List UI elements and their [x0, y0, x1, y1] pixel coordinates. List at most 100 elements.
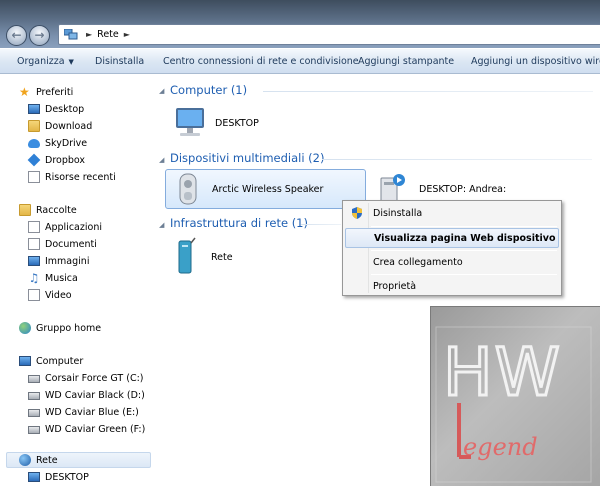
nav-item-applicazioni[interactable]: Applicazioni — [28, 219, 102, 235]
watermark-bottom-text: egend — [463, 433, 538, 461]
menu-item-label: Disinstalla — [373, 207, 423, 219]
uac-shield-icon — [351, 207, 363, 219]
computer-icon — [19, 356, 31, 366]
nav-item-documenti[interactable]: Documenti — [28, 236, 97, 252]
download-folder-icon — [28, 120, 40, 132]
network-location-icon — [63, 28, 78, 40]
menu-item-view-web-page[interactable]: Visualizza pagina Web dispositivo — [345, 228, 559, 248]
nav-item-label: WD Caviar Green (F:) — [45, 423, 146, 435]
skydrive-icon — [28, 138, 40, 148]
item-desktop-computer[interactable]: DESKTOP — [167, 103, 259, 143]
nav-item-label: Dropbox — [45, 154, 86, 166]
nav-favorites[interactable]: ★ Preferiti — [19, 84, 73, 100]
menu-item-label: Visualizza pagina Web dispositivo — [374, 232, 556, 244]
drive-icon — [28, 375, 40, 383]
nav-item-desktop-pc[interactable]: DESKTOP — [28, 469, 89, 485]
collapse-arrow-icon[interactable]: ◢ — [159, 87, 164, 95]
menu-separator — [371, 274, 557, 275]
nav-item-immagini[interactable]: Immagini — [28, 253, 89, 269]
menu-item-label: Crea collegamento — [373, 256, 463, 268]
forward-button[interactable]: → — [29, 25, 50, 46]
nav-item-label: Risorse recenti — [45, 171, 116, 183]
nav-item-drive-d[interactable]: WD Caviar Black (D:) — [28, 387, 145, 403]
group-divider — [322, 159, 592, 160]
nav-item-musica[interactable]: ♫ Musica — [28, 270, 78, 286]
nav-network-label: Rete — [36, 454, 58, 466]
group-header-computer[interactable]: Computer (1) — [170, 83, 247, 97]
item-rete-router[interactable]: Rete — [171, 235, 233, 279]
navigation-pane: ★ Preferiti Desktop Download SkyDrive Dro… — [0, 75, 153, 486]
nav-item-skydrive[interactable]: SkyDrive — [28, 135, 87, 151]
libraries-icon — [19, 204, 31, 216]
collapse-arrow-icon[interactable]: ◢ — [159, 156, 164, 164]
hwlegend-watermark: HW egend — [430, 306, 600, 486]
breadcrumb-rete[interactable]: Rete — [97, 29, 119, 40]
menu-separator — [371, 250, 557, 251]
menu-separator — [371, 226, 557, 227]
nav-item-label: Download — [45, 120, 93, 132]
nav-homegroup-label: Gruppo home — [36, 322, 102, 334]
nav-favorites-label: Preferiti — [36, 86, 74, 98]
nav-item-label: Corsair Force GT (C:) — [45, 372, 144, 384]
nav-item-video[interactable]: Video — [28, 287, 72, 303]
group-header-media[interactable]: Dispositivi multimediali (2) — [170, 151, 324, 165]
group-divider — [263, 91, 593, 92]
nav-computer[interactable]: Computer — [19, 353, 83, 369]
forward-arrow-icon: → — [34, 28, 45, 42]
drive-icon — [28, 392, 40, 400]
nav-item-label: DESKTOP — [45, 471, 89, 483]
organize-label: Organizza — [17, 56, 65, 67]
item-label: DESKTOP: Andrea: — [419, 183, 507, 195]
recent-places-icon — [28, 171, 40, 183]
video-icon — [28, 289, 40, 301]
menu-item-uninstall[interactable]: Disinstalla — [345, 203, 559, 223]
desktop-icon — [28, 104, 40, 114]
context-menu: Disinstalla Visualizza pagina Web dispos… — [342, 200, 562, 296]
hwlegend-logo-icon: HW egend — [435, 326, 592, 483]
nav-item-label: Documenti — [45, 238, 97, 250]
nav-item-label: WD Caviar Blue (E:) — [45, 406, 139, 418]
nav-item-recent[interactable]: Risorse recenti — [28, 169, 116, 185]
network-center-button[interactable]: Centro connessioni di rete e condivision… — [163, 56, 359, 67]
computer-icon — [28, 472, 40, 482]
nav-item-dropbox[interactable]: Dropbox — [27, 152, 86, 168]
nav-item-desktop[interactable]: Desktop — [28, 101, 84, 117]
back-button[interactable]: ← — [6, 25, 27, 46]
item-label: Arctic Wireless Speaker — [212, 183, 324, 195]
add-device-button[interactable]: Aggiungi un dispositivo wirele — [471, 56, 600, 67]
router-icon — [175, 237, 197, 277]
music-icon: ♫ — [28, 271, 40, 285]
nav-libraries[interactable]: Raccolte — [19, 202, 77, 218]
nav-network[interactable]: Rete — [6, 452, 151, 468]
nav-homegroup[interactable]: Gruppo home — [19, 320, 101, 336]
group-header-infrastructure[interactable]: Infrastruttura di rete (1) — [170, 216, 308, 230]
nav-item-drive-f[interactable]: WD Caviar Green (F:) — [28, 421, 145, 437]
breadcrumb-chevron-icon[interactable]: ► — [124, 30, 130, 39]
network-icon — [19, 454, 31, 466]
menu-item-properties[interactable]: Proprietà — [345, 276, 559, 296]
collapse-arrow-icon[interactable]: ◢ — [159, 221, 164, 229]
nav-item-drive-c[interactable]: Corsair Force GT (C:) — [28, 370, 144, 386]
breadcrumb-chevron-icon[interactable]: ► — [86, 30, 92, 39]
nav-item-label: Musica — [45, 272, 78, 284]
organize-button[interactable]: Organizza ▼ — [17, 56, 74, 67]
nav-computer-label: Computer — [36, 355, 84, 367]
nav-item-label: WD Caviar Black (D:) — [45, 389, 145, 401]
uninstall-button[interactable]: Disinstalla — [95, 56, 144, 67]
item-arctic-speaker[interactable]: Arctic Wireless Speaker — [165, 169, 366, 209]
computer-monitor-icon — [171, 105, 209, 141]
speaker-device-icon — [176, 172, 200, 206]
address-bar[interactable]: ► Rete ► — [58, 24, 600, 45]
drive-icon — [28, 409, 40, 417]
pictures-icon — [28, 256, 40, 266]
item-label: Rete — [211, 251, 233, 263]
menu-item-label: Proprietà — [373, 280, 417, 292]
add-printer-button[interactable]: Aggiungi stampante — [358, 56, 454, 67]
nav-item-label: Desktop — [45, 103, 85, 115]
documents-icon — [28, 238, 40, 250]
window-titlebar: ← → ► Rete ► — [0, 0, 600, 48]
nav-item-download[interactable]: Download — [28, 118, 92, 134]
dropdown-arrow-icon: ▼ — [68, 58, 74, 66]
nav-item-drive-e[interactable]: WD Caviar Blue (E:) — [28, 404, 139, 420]
menu-item-create-shortcut[interactable]: Crea collegamento — [345, 252, 559, 272]
